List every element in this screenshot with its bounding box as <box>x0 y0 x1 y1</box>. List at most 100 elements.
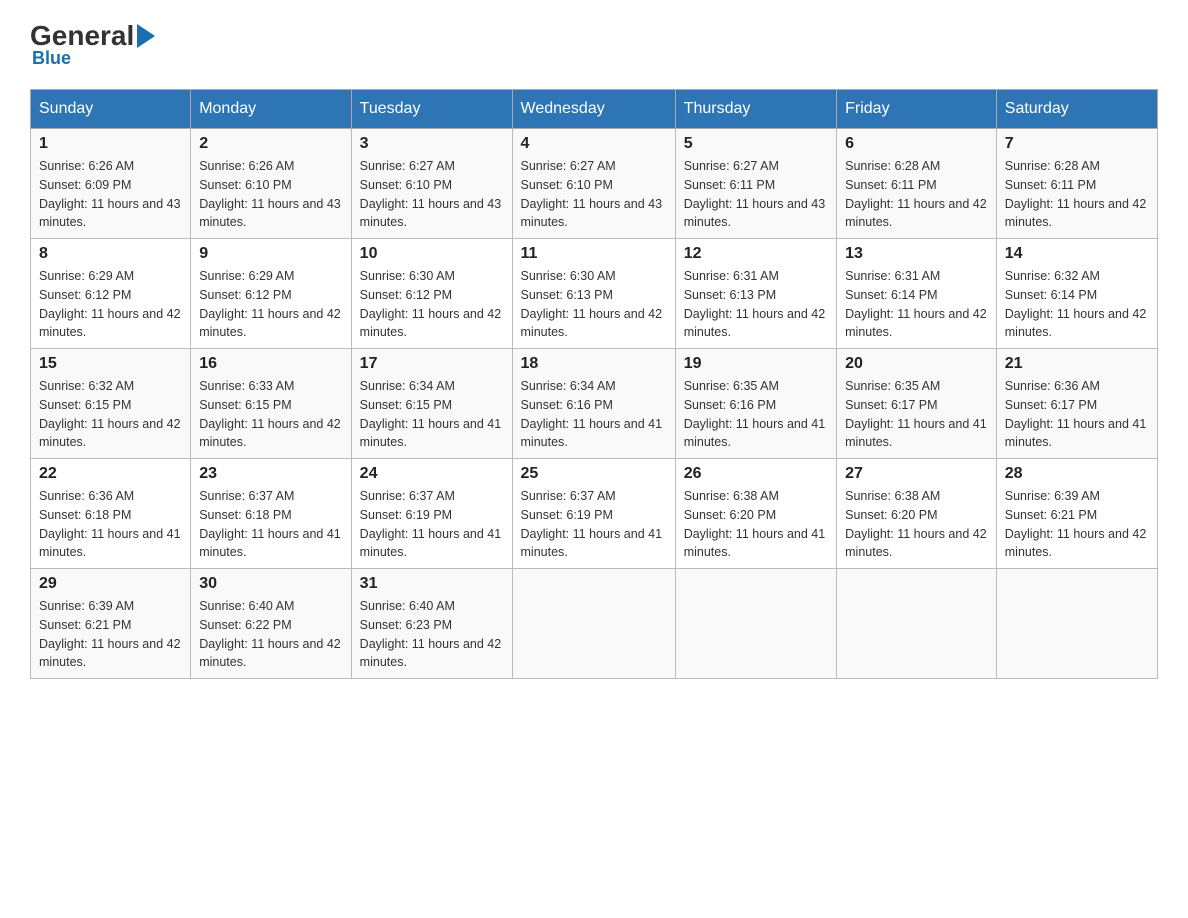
day-number: 30 <box>199 575 342 593</box>
day-info: Sunrise: 6:30 AMSunset: 6:12 PMDaylight:… <box>360 267 504 342</box>
day-number: 13 <box>845 245 988 263</box>
weekday-header-friday: Friday <box>837 90 997 129</box>
day-number: 10 <box>360 245 504 263</box>
day-info: Sunrise: 6:27 AMSunset: 6:10 PMDaylight:… <box>360 157 504 232</box>
calendar-cell: 9 Sunrise: 6:29 AMSunset: 6:12 PMDaylight… <box>191 239 351 349</box>
calendar-cell: 27Sunrise: 6:38 AMSunset: 6:20 PMDayligh… <box>837 459 997 569</box>
calendar-cell: 24 Sunrise: 6:37 AMSunset: 6:19 PMDayligh… <box>351 459 512 569</box>
weekday-header-wednesday: Wednesday <box>512 90 675 129</box>
day-number: 18 <box>521 355 667 373</box>
calendar-cell: 12 Sunrise: 6:31 AMSunset: 6:13 PMDayligh… <box>675 239 836 349</box>
day-info: Sunrise: 6:31 AMSunset: 6:14 PMDaylight:… <box>845 267 988 342</box>
week-row-2: 8 Sunrise: 6:29 AMSunset: 6:12 PMDaylight… <box>31 239 1158 349</box>
day-number: 23 <box>199 465 342 483</box>
day-number: 6 <box>845 135 988 153</box>
day-info: Sunrise: 6:40 AMSunset: 6:23 PMDaylight:… <box>360 597 504 672</box>
calendar-cell: 17 Sunrise: 6:34 AMSunset: 6:15 PMDayligh… <box>351 349 512 459</box>
calendar-cell <box>837 569 997 679</box>
day-number: 14 <box>1005 245 1149 263</box>
day-info: Sunrise: 6:37 AMSunset: 6:18 PMDaylight:… <box>199 487 342 562</box>
day-info: Sunrise: 6:27 AMSunset: 6:11 PMDaylight:… <box>684 157 828 232</box>
day-number: 12 <box>684 245 828 263</box>
day-info: Sunrise: 6:38 AMSunset: 6:20 PMDaylight:… <box>684 487 828 562</box>
logo-arrow-icon <box>137 24 155 48</box>
day-number: 21 <box>1005 355 1149 373</box>
day-info: Sunrise: 6:29 AMSunset: 6:12 PMDaylight:… <box>199 267 342 342</box>
day-info: Sunrise: 6:35 AMSunset: 6:17 PMDaylight:… <box>845 377 988 452</box>
calendar-cell: 5 Sunrise: 6:27 AMSunset: 6:11 PMDaylight… <box>675 129 836 239</box>
calendar-cell: 21 Sunrise: 6:36 AMSunset: 6:17 PMDayligh… <box>996 349 1157 459</box>
day-info: Sunrise: 6:36 AMSunset: 6:18 PMDaylight:… <box>39 487 182 562</box>
weekday-header-row: SundayMondayTuesdayWednesdayThursdayFrid… <box>31 90 1158 129</box>
calendar-cell: 13 Sunrise: 6:31 AMSunset: 6:14 PMDayligh… <box>837 239 997 349</box>
calendar-cell: 18 Sunrise: 6:34 AMSunset: 6:16 PMDayligh… <box>512 349 675 459</box>
day-info: Sunrise: 6:32 AMSunset: 6:15 PMDaylight:… <box>39 377 182 452</box>
week-row-5: 29 Sunrise: 6:39 AMSunset: 6:21 PMDayligh… <box>31 569 1158 679</box>
day-number: 24 <box>360 465 504 483</box>
day-info: Sunrise: 6:39 AMSunset: 6:21 PMDaylight:… <box>1005 487 1149 562</box>
week-row-3: 15Sunrise: 6:32 AMSunset: 6:15 PMDayligh… <box>31 349 1158 459</box>
calendar-cell: 10 Sunrise: 6:30 AMSunset: 6:12 PMDayligh… <box>351 239 512 349</box>
calendar-cell <box>512 569 675 679</box>
day-number: 22 <box>39 465 182 483</box>
calendar-cell: 3Sunrise: 6:27 AMSunset: 6:10 PMDaylight… <box>351 129 512 239</box>
calendar-cell: 25 Sunrise: 6:37 AMSunset: 6:19 PMDayligh… <box>512 459 675 569</box>
day-info: Sunrise: 6:33 AMSunset: 6:15 PMDaylight:… <box>199 377 342 452</box>
day-number: 7 <box>1005 135 1149 153</box>
page-header: General Blue <box>30 20 1158 69</box>
day-number: 5 <box>684 135 828 153</box>
weekday-header-monday: Monday <box>191 90 351 129</box>
day-number: 2 <box>199 135 342 153</box>
weekday-header-thursday: Thursday <box>675 90 836 129</box>
day-number: 11 <box>521 245 667 263</box>
day-number: 25 <box>521 465 667 483</box>
day-info: Sunrise: 6:31 AMSunset: 6:13 PMDaylight:… <box>684 267 828 342</box>
day-number: 28 <box>1005 465 1149 483</box>
day-info: Sunrise: 6:28 AMSunset: 6:11 PMDaylight:… <box>845 157 988 232</box>
day-info: Sunrise: 6:26 AMSunset: 6:10 PMDaylight:… <box>199 157 342 232</box>
day-number: 16 <box>199 355 342 373</box>
day-number: 20 <box>845 355 988 373</box>
day-info: Sunrise: 6:37 AMSunset: 6:19 PMDaylight:… <box>360 487 504 562</box>
day-info: Sunrise: 6:34 AMSunset: 6:15 PMDaylight:… <box>360 377 504 452</box>
day-number: 17 <box>360 355 504 373</box>
logo-blue-text: Blue <box>32 48 71 69</box>
weekday-header-tuesday: Tuesday <box>351 90 512 129</box>
day-info: Sunrise: 6:38 AMSunset: 6:20 PMDaylight:… <box>845 487 988 562</box>
weekday-header-sunday: Sunday <box>31 90 191 129</box>
calendar-cell: 2 Sunrise: 6:26 AMSunset: 6:10 PMDaylight… <box>191 129 351 239</box>
day-number: 4 <box>521 135 667 153</box>
calendar-cell: 6 Sunrise: 6:28 AMSunset: 6:11 PMDaylight… <box>837 129 997 239</box>
day-info: Sunrise: 6:30 AMSunset: 6:13 PMDaylight:… <box>521 267 667 342</box>
calendar-cell: 4 Sunrise: 6:27 AMSunset: 6:10 PMDaylight… <box>512 129 675 239</box>
day-info: Sunrise: 6:37 AMSunset: 6:19 PMDaylight:… <box>521 487 667 562</box>
calendar-table: SundayMondayTuesdayWednesdayThursdayFrid… <box>30 89 1158 679</box>
day-info: Sunrise: 6:26 AMSunset: 6:09 PMDaylight:… <box>39 157 182 232</box>
day-number: 31 <box>360 575 504 593</box>
day-number: 29 <box>39 575 182 593</box>
calendar-cell: 29 Sunrise: 6:39 AMSunset: 6:21 PMDayligh… <box>31 569 191 679</box>
day-info: Sunrise: 6:34 AMSunset: 6:16 PMDaylight:… <box>521 377 667 452</box>
calendar-cell: 7Sunrise: 6:28 AMSunset: 6:11 PMDaylight… <box>996 129 1157 239</box>
calendar-cell: 22 Sunrise: 6:36 AMSunset: 6:18 PMDayligh… <box>31 459 191 569</box>
day-info: Sunrise: 6:35 AMSunset: 6:16 PMDaylight:… <box>684 377 828 452</box>
day-number: 9 <box>199 245 342 263</box>
day-info: Sunrise: 6:29 AMSunset: 6:12 PMDaylight:… <box>39 267 182 342</box>
day-info: Sunrise: 6:27 AMSunset: 6:10 PMDaylight:… <box>521 157 667 232</box>
day-info: Sunrise: 6:36 AMSunset: 6:17 PMDaylight:… <box>1005 377 1149 452</box>
calendar-cell: 19Sunrise: 6:35 AMSunset: 6:16 PMDayligh… <box>675 349 836 459</box>
day-number: 26 <box>684 465 828 483</box>
calendar-cell: 11 Sunrise: 6:30 AMSunset: 6:13 PMDayligh… <box>512 239 675 349</box>
calendar-cell <box>996 569 1157 679</box>
week-row-4: 22 Sunrise: 6:36 AMSunset: 6:18 PMDayligh… <box>31 459 1158 569</box>
day-info: Sunrise: 6:39 AMSunset: 6:21 PMDaylight:… <box>39 597 182 672</box>
calendar-cell: 15Sunrise: 6:32 AMSunset: 6:15 PMDayligh… <box>31 349 191 459</box>
day-number: 1 <box>39 135 182 153</box>
calendar-cell: 8 Sunrise: 6:29 AMSunset: 6:12 PMDaylight… <box>31 239 191 349</box>
calendar-cell: 28 Sunrise: 6:39 AMSunset: 6:21 PMDayligh… <box>996 459 1157 569</box>
calendar-cell: 14Sunrise: 6:32 AMSunset: 6:14 PMDayligh… <box>996 239 1157 349</box>
day-number: 8 <box>39 245 182 263</box>
calendar-cell: 1 Sunrise: 6:26 AMSunset: 6:09 PMDaylight… <box>31 129 191 239</box>
calendar-cell: 30Sunrise: 6:40 AMSunset: 6:22 PMDayligh… <box>191 569 351 679</box>
week-row-1: 1 Sunrise: 6:26 AMSunset: 6:09 PMDaylight… <box>31 129 1158 239</box>
